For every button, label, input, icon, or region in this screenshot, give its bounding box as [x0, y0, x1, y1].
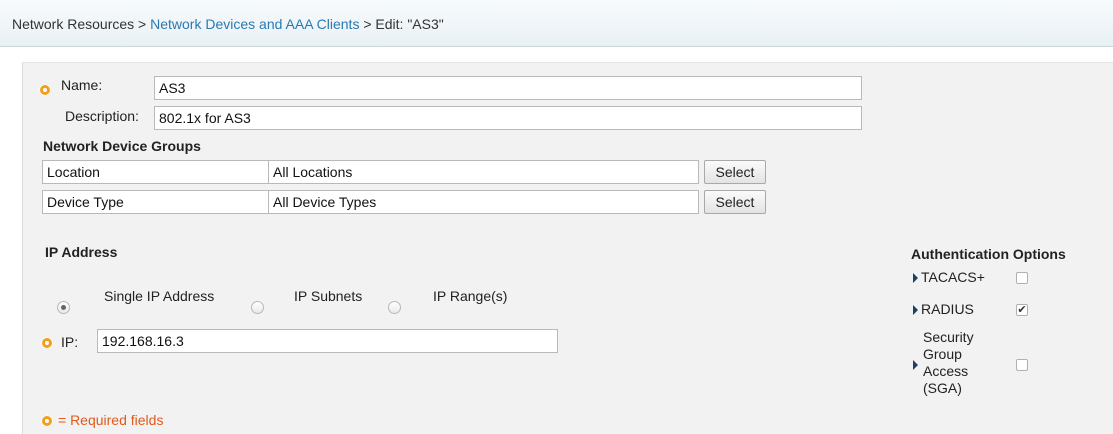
ndg-section-title: Network Device Groups	[43, 138, 201, 154]
expand-tacacs-icon[interactable]	[913, 273, 918, 283]
breadcrumb-bar: Network Resources > Network Devices and …	[0, 0, 1113, 47]
ndg-location-name	[42, 160, 269, 184]
ip-range-radio[interactable]	[388, 301, 401, 314]
tacacs-label[interactable]: TACACS+	[921, 269, 985, 285]
breadcrumb-current: Edit: "AS3"	[375, 16, 444, 32]
edit-form-panel: Name: Description: Network Device Groups…	[22, 62, 1113, 434]
required-icon	[41, 415, 53, 427]
sga-label-line: (SGA)	[923, 380, 962, 396]
sga-label-line: Security	[923, 329, 974, 345]
expand-radius-icon[interactable]	[913, 305, 918, 315]
description-label: Description:	[65, 108, 139, 124]
sga-checkbox[interactable]	[1016, 359, 1028, 371]
ip-label: IP:	[61, 334, 79, 350]
select-location-button[interactable]: Select	[704, 160, 766, 184]
authentication-options-title: Authentication Options	[911, 246, 1066, 262]
ip-range-label: IP Range(s)	[433, 288, 508, 304]
radius-checkbox[interactable]: ✔	[1016, 304, 1028, 316]
sga-label-line: Group	[923, 346, 962, 362]
tacacs-checkbox[interactable]	[1016, 272, 1028, 284]
name-label: Name:	[61, 77, 103, 93]
description-input[interactable]	[154, 106, 862, 130]
required-fields-note: = Required fields	[58, 412, 164, 428]
sga-label-line: Access	[923, 363, 969, 379]
breadcrumb: Network Resources > Network Devices and …	[12, 16, 444, 32]
ndg-device-type-value[interactable]	[268, 190, 699, 214]
sga-label[interactable]: Security Group Access (SGA)	[923, 329, 974, 397]
single-ip-radio[interactable]	[57, 301, 70, 314]
breadcrumb-separator: >	[138, 16, 147, 32]
breadcrumb-separator: >	[363, 16, 372, 32]
ip-input[interactable]	[97, 329, 558, 353]
required-icon	[39, 84, 51, 96]
select-device-type-button[interactable]: Select	[704, 190, 766, 214]
single-ip-label: Single IP Address	[104, 288, 215, 304]
expand-sga-icon[interactable]	[913, 360, 918, 370]
ip-subnets-label: IP Subnets	[294, 288, 363, 304]
ip-address-section-title: IP Address	[45, 244, 118, 260]
ndg-device-type-name	[42, 190, 269, 214]
breadcrumb-root[interactable]: Network Resources	[12, 16, 134, 32]
breadcrumb-link-network-devices[interactable]: Network Devices and AAA Clients	[150, 16, 359, 32]
ip-subnets-radio[interactable]	[251, 301, 264, 314]
name-input[interactable]	[154, 76, 862, 100]
ndg-location-value[interactable]	[268, 160, 699, 184]
radius-label[interactable]: RADIUS	[921, 301, 974, 317]
required-icon	[41, 337, 53, 349]
